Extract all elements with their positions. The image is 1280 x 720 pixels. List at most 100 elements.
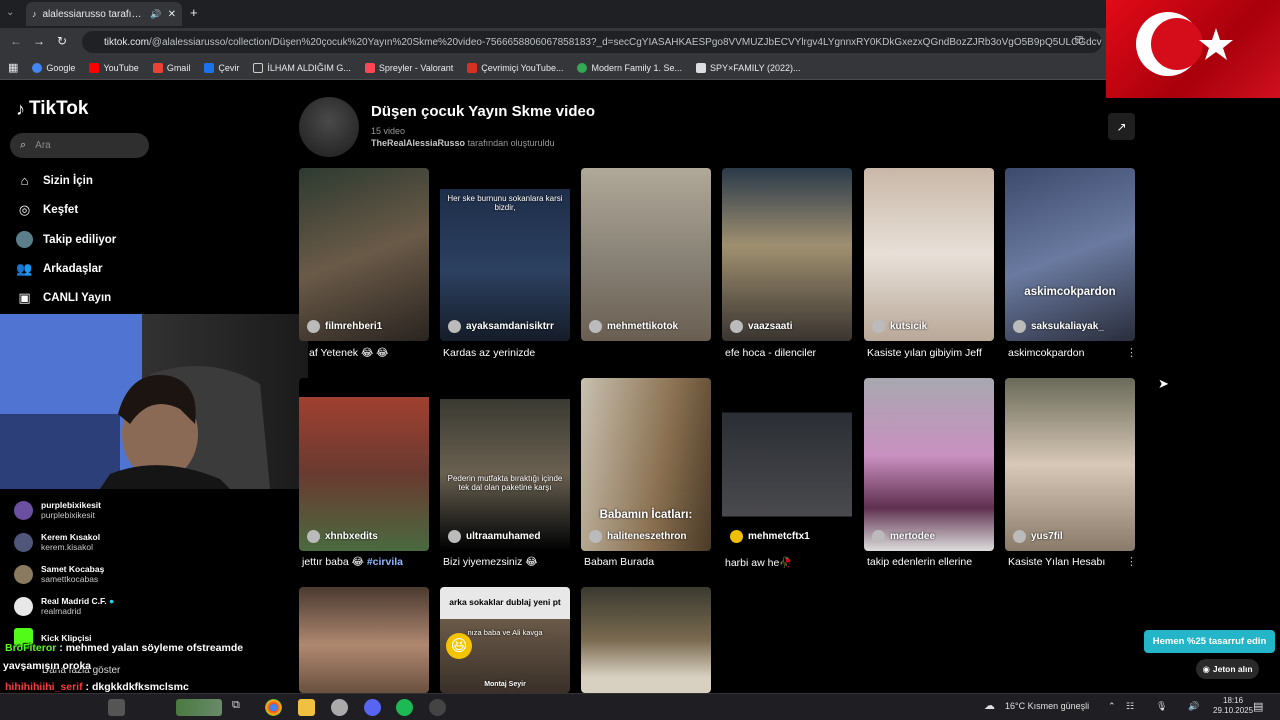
video-card[interactable]: Babamın İcatları: haliteneszethron	[581, 378, 711, 551]
bookmark-valorant[interactable]: Spreyler - Valorant	[364, 62, 453, 73]
nav-live[interactable]: ▣ CANLI Yayın	[16, 289, 111, 306]
avatar	[14, 596, 33, 616]
bookmark-gmail[interactable]: Gmail	[152, 62, 190, 73]
close-tab-icon[interactable]: ✕	[168, 9, 176, 20]
video-caption[interactable]: Bizi yiyemezsiniz 😂	[443, 556, 538, 568]
nav-explore[interactable]: ◎ Keşfet	[16, 201, 78, 218]
following-item[interactable]: Real Madrid C.F. ● realmadrid	[14, 596, 114, 616]
avatar	[589, 530, 602, 543]
video-card[interactable]: filmrehberi1	[299, 168, 429, 341]
task-view-icon[interactable]: ⧉	[232, 699, 249, 716]
weather-icon[interactable]: ☁	[984, 699, 995, 712]
obs-icon[interactable]	[429, 699, 446, 716]
more-options-icon[interactable]: ⋮	[1126, 346, 1137, 359]
video-caption[interactable]: askimcokpardon	[1008, 347, 1084, 359]
bookmark-youtube[interactable]: YouTube	[89, 62, 139, 73]
chat-message: hihihihiihi_serif : dkgkkdkfksmclsmc	[5, 681, 189, 693]
video-author: ultraamuhamed	[448, 530, 540, 543]
avatar	[1013, 530, 1026, 543]
video-card[interactable]: Her ske burnunu sokanlara karsi bizdir, …	[440, 168, 570, 341]
weather-text[interactable]: 16°C Kısmen güneşli	[1005, 701, 1089, 711]
bookmark-google[interactable]: Google	[32, 62, 75, 73]
tab-search-icon[interactable]: ⌄	[6, 7, 14, 18]
back-icon[interactable]: ←	[10, 34, 22, 48]
avatar	[1013, 320, 1026, 333]
speaker-icon[interactable]: 🔊	[150, 9, 161, 20]
video-card[interactable]: kutsicik	[864, 168, 994, 341]
cast-icon[interactable]: ⎚	[1075, 35, 1083, 46]
tray-chevron-icon[interactable]: ⌃	[1108, 701, 1116, 712]
tiktok-favicon-icon: ♪	[32, 9, 37, 19]
following-item[interactable]: Samet Kocabaş samettkocabas	[14, 564, 104, 584]
video-author: xhnbxedits	[307, 530, 378, 543]
video-card[interactable]: yus7fil	[1005, 378, 1135, 551]
video-caption[interactable]: harbi aw he🥀	[725, 556, 792, 569]
nav-for-you[interactable]: ⌂ Sizin İçin	[16, 172, 93, 189]
search-input[interactable]: ⌕ Ara	[10, 133, 149, 158]
collection-creator: TheRealAlessiaRusso tarafından oluşturul…	[371, 138, 555, 148]
forward-icon[interactable]: →	[33, 34, 45, 48]
video-card[interactable]: mertodee	[864, 378, 994, 551]
tiktok-note-icon: ♪	[16, 98, 25, 119]
video-card[interactable]: askimcokpardon saksukaliayak_	[1005, 168, 1135, 341]
video-card[interactable]	[581, 587, 711, 693]
avatar	[872, 530, 885, 543]
video-caption[interactable]: Babam Burada	[584, 556, 654, 568]
video-author: mehmetcftx1	[730, 530, 810, 543]
video-card[interactable]: vaazsaati	[722, 168, 852, 341]
video-card[interactable]: mehmettikotok	[581, 168, 711, 341]
video-overlay-text: arka sokaklar dublaj yeni pt	[449, 597, 561, 607]
bookmark-youtube-online[interactable]: Çevrimiçi YouTube...	[467, 62, 563, 73]
video-caption[interactable]: takip edenlerin ellerine	[867, 556, 972, 568]
spotify-icon[interactable]	[396, 699, 413, 716]
tiktok-logo[interactable]: ♪ TikTok	[16, 98, 88, 120]
app-icon[interactable]	[108, 699, 125, 716]
video-card[interactable]: arka sokaklar dublaj yeni pt 😆 nıza baba…	[440, 587, 570, 693]
video-author: filmrehberi1	[307, 320, 382, 333]
file-explorer-icon[interactable]	[298, 699, 315, 716]
bookmark-spyxfamily[interactable]: SPY×FAMILY (2022)...	[696, 62, 800, 73]
video-card[interactable]: Pederin mutfakta bıraktığı içinde tek da…	[440, 378, 570, 551]
chrome-icon[interactable]	[265, 699, 282, 716]
get-coins-button[interactable]: ◉ Jeton alın	[1196, 659, 1259, 679]
video-caption[interactable]: Kardas az yerinizde	[443, 347, 535, 359]
more-options-icon[interactable]: ⋮	[1126, 555, 1137, 568]
video-caption[interactable]: efe hoca - dilenciler	[725, 347, 816, 359]
video-caption[interactable]: jettır baba 😂 #cirvila	[302, 556, 403, 568]
browser-tab[interactable]: ♪ alalessiarusso tarafından olu 🔊 ✕	[26, 2, 182, 26]
promo-button[interactable]: Hemen %25 tasarruf edin	[1144, 630, 1275, 653]
microphone-icon[interactable]: 🎙	[1156, 701, 1167, 712]
home-icon: ⌂	[20, 173, 29, 188]
following-item[interactable]: purplebixikesit purplebixikesit	[14, 500, 101, 520]
video-author: vaazsaati	[730, 320, 792, 333]
app-preview-icon[interactable]	[176, 699, 222, 716]
video-caption[interactable]: Kasiste Yılan Hesabı	[1008, 556, 1105, 568]
volume-icon[interactable]: 🔊	[1188, 701, 1199, 712]
webcam-scene	[0, 314, 270, 489]
url-field[interactable]: tiktok.com/@alalessiarusso/collection/Dü…	[82, 31, 1102, 53]
app-icon[interactable]	[331, 699, 348, 716]
discord-icon[interactable]	[364, 699, 381, 716]
video-caption[interactable]: Kasiste yılan gibiyim Jeff	[867, 347, 982, 359]
chat-message: BroFiteror : mehmed yalan söyleme ofstre…	[5, 642, 244, 654]
folder-icon	[253, 62, 264, 73]
bookmark-modern-family[interactable]: Modern Family 1. Se...	[577, 62, 682, 73]
creator-link[interactable]: TheRealAlessiaRusso	[371, 138, 465, 148]
video-card[interactable]: xhnbxedits	[299, 378, 429, 551]
bookmark-folder[interactable]: İLHAM ALDIĞIM G...	[253, 62, 351, 73]
nav-following[interactable]: Takip ediliyor	[16, 231, 116, 248]
following-item[interactable]: Kerem Kısakol kerem.kisakol	[14, 532, 100, 552]
video-overlay-text: nıza baba ve Ali kavga	[467, 628, 543, 637]
new-tab-icon[interactable]: +	[190, 5, 198, 20]
network-icon[interactable]: ☷	[1126, 701, 1134, 712]
apps-icon[interactable]: ▦	[8, 61, 18, 74]
reload-icon[interactable]: ↻	[57, 34, 67, 48]
video-caption[interactable]: af Yetenek 😂 😂	[309, 347, 388, 359]
bookmark-cevir[interactable]: Çevir	[204, 62, 239, 73]
video-card[interactable]	[299, 587, 429, 693]
clock[interactable]: 18:16 29.10.2025	[1213, 696, 1253, 716]
video-card[interactable]: mehmetcftx1	[722, 378, 852, 551]
notifications-icon[interactable]: ▤	[1253, 700, 1263, 713]
nav-friends[interactable]: 👥 Arkadaşlar	[16, 260, 102, 277]
share-button[interactable]: ↗	[1108, 113, 1135, 140]
